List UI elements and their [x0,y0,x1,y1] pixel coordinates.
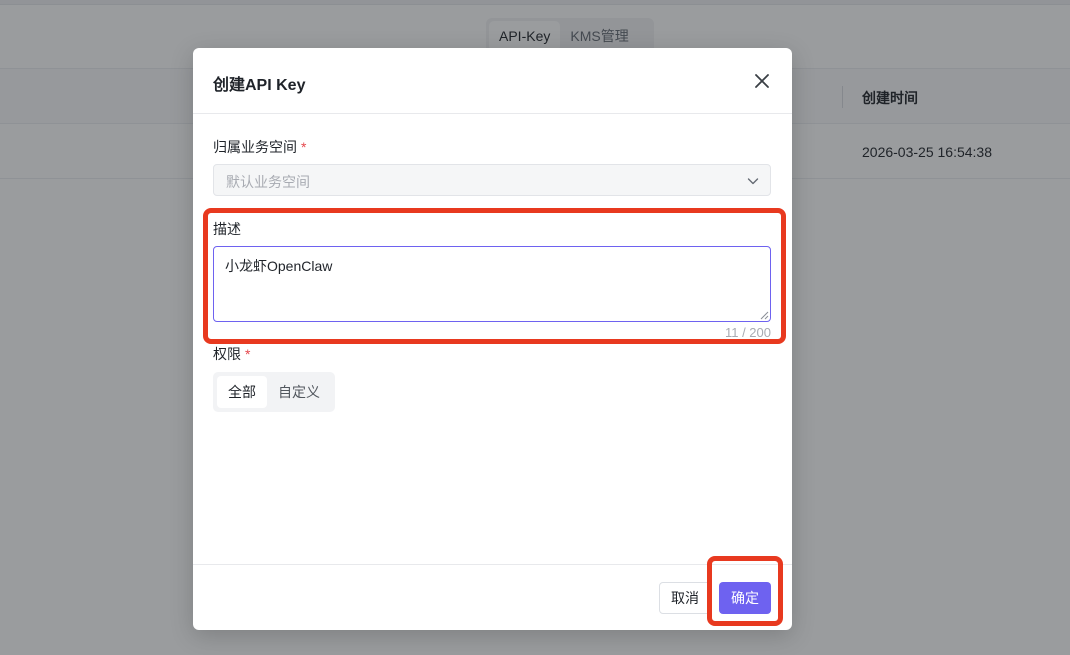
confirm-button[interactable]: 确定 [719,582,771,614]
workspace-label: 归属业务空间 * [213,139,307,155]
permission-option-all[interactable]: 全部 [217,376,267,408]
required-mark: * [245,346,251,362]
description-label: 描述 [213,221,241,237]
dialog-header: 创建API Key [193,48,792,114]
workspace-select-value: 默认业务空间 [226,174,310,190]
chevron-down-icon [747,178,759,185]
permission-segmented-control: 全部 自定义 [213,372,335,412]
workspace-select[interactable]: 默认业务空间 [213,164,771,196]
dialog-footer: 取消 确定 [193,564,792,630]
resize-handle-icon[interactable] [759,310,769,320]
dialog-title: 创建API Key [213,77,306,94]
permission-label: 权限 * [213,346,251,362]
required-mark: * [301,139,307,155]
create-api-key-dialog: 创建API Key 归属业务空间 * 默认业务空间 描述 小龙虾OpenClaw … [193,48,792,630]
cancel-button[interactable]: 取消 [659,582,711,614]
close-button[interactable] [751,70,773,92]
permission-option-custom[interactable]: 自定义 [267,376,331,408]
close-icon [755,74,769,88]
character-counter: 11 / 200 [724,325,771,340]
description-value: 小龙虾OpenClaw [225,258,333,274]
description-textarea[interactable]: 小龙虾OpenClaw [213,246,771,322]
